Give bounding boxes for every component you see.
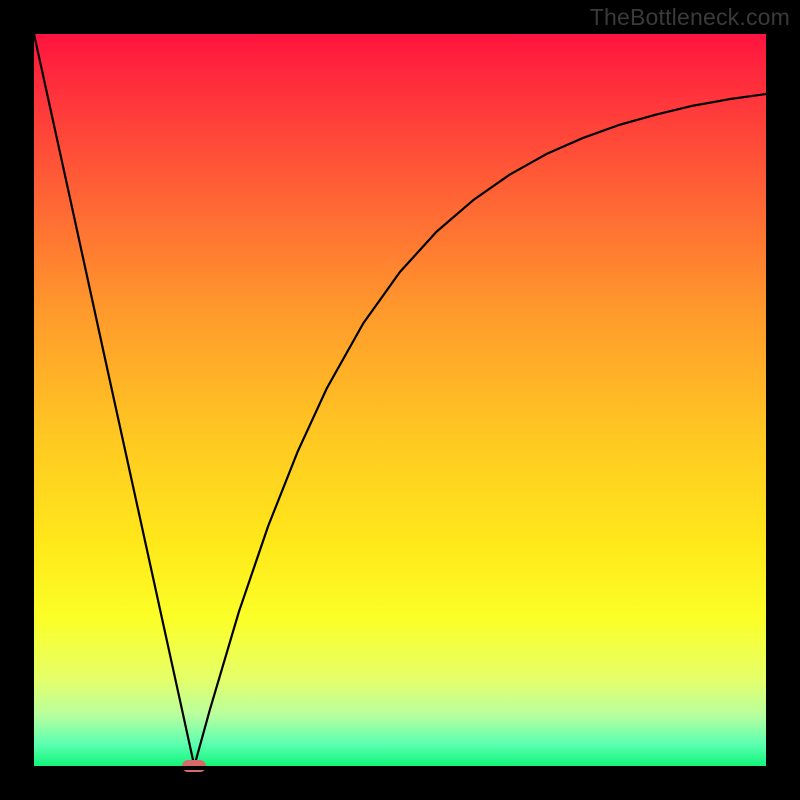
bottleneck-curve <box>34 34 766 766</box>
y-axis <box>30 34 34 766</box>
chart-frame: TheBottleneck.com <box>0 0 800 800</box>
x-axis <box>34 766 766 770</box>
gradient-plot-area <box>34 34 766 766</box>
curve-polyline <box>34 34 766 766</box>
watermark-text: TheBottleneck.com <box>590 4 790 31</box>
